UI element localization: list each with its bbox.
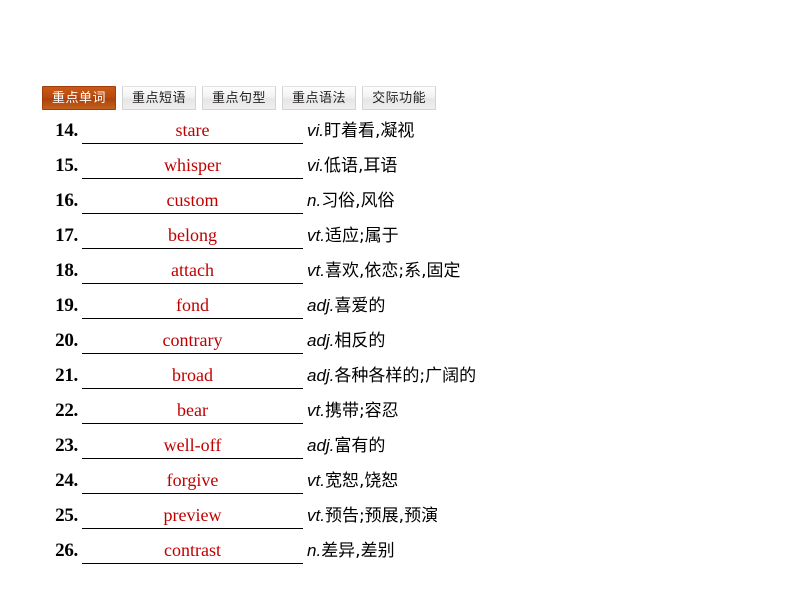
meaning-text: 相反的 — [334, 331, 386, 351]
answer-word: forgive — [166, 470, 219, 490]
vocabulary-list: 14. stare vi.盯着看,凝视 15. whisper vi.低语,耳语 16. cu… — [44, 118, 744, 573]
row-number: 25. — [55, 505, 78, 526]
definition: vi.低语,耳语 — [307, 153, 397, 179]
answer-blank[interactable]: stare — [82, 118, 303, 144]
definition: vi.盯着看,凝视 — [307, 118, 414, 144]
vocabulary-row: 22. bear vt.携带;容忍 — [44, 398, 744, 433]
answer-word: whisper — [164, 155, 221, 175]
part-of-speech: adj. — [307, 436, 335, 455]
row-number: 14. — [55, 120, 78, 141]
answer-blank[interactable]: broad — [82, 363, 303, 389]
meaning-text: 预告;预展,预演 — [324, 506, 439, 526]
answer-word: stare — [175, 120, 210, 140]
row-number: 19. — [55, 295, 78, 316]
answer-blank[interactable]: contrary — [82, 328, 303, 354]
part-of-speech: adj. — [307, 366, 335, 385]
answer-blank[interactable]: custom — [82, 188, 303, 214]
vocabulary-row: 14. stare vi.盯着看,凝视 — [44, 118, 744, 153]
definition: vt.适应;属于 — [307, 223, 399, 249]
answer-word: attach — [171, 260, 214, 280]
row-number: 15. — [55, 155, 78, 176]
tab-5[interactable]: 交际功能 — [362, 86, 437, 110]
meaning-text: 低语,耳语 — [324, 156, 398, 176]
answer-blank[interactable]: whisper — [82, 153, 303, 179]
row-number: 22. — [55, 400, 78, 421]
vocabulary-row: 23. well-off adj.富有的 — [44, 433, 744, 468]
vocabulary-row: 25. preview vt.预告;预展,预演 — [44, 503, 744, 538]
answer-word: bear — [177, 400, 208, 420]
row-number: 26. — [55, 540, 78, 561]
definition: adj.喜爱的 — [307, 293, 385, 319]
answer-word: contrary — [162, 330, 223, 350]
definition: n.差异,差别 — [307, 538, 395, 564]
meaning-text: 富有的 — [334, 436, 386, 456]
part-of-speech: vt. — [307, 506, 325, 525]
meaning-text: 适应;属于 — [324, 226, 399, 246]
answer-blank[interactable]: forgive — [82, 468, 303, 494]
vocabulary-row: 26. contrast n.差异,差别 — [44, 538, 744, 573]
vocabulary-row: 21. broad adj.各种各样的;广阔的 — [44, 363, 744, 398]
definition: vt.喜欢,依恋;系,固定 — [307, 258, 461, 284]
part-of-speech: vi. — [307, 121, 324, 140]
part-of-speech: vt. — [307, 226, 325, 245]
meaning-text: 差异,差别 — [321, 541, 395, 561]
part-of-speech: vt. — [307, 471, 325, 490]
answer-word: belong — [168, 225, 217, 245]
row-number: 18. — [55, 260, 78, 281]
part-of-speech: adj. — [307, 296, 335, 315]
answer-word: custom — [166, 190, 219, 210]
part-of-speech: vi. — [307, 156, 324, 175]
answer-blank[interactable]: contrast — [82, 538, 303, 564]
answer-word: contrast — [164, 540, 221, 560]
part-of-speech: vt. — [307, 261, 325, 280]
row-number: 20. — [55, 330, 78, 351]
meaning-text: 习俗,风俗 — [321, 191, 395, 211]
definition: n.习俗,风俗 — [307, 188, 395, 214]
part-of-speech: n. — [307, 541, 322, 560]
definition: vt.宽恕,饶恕 — [307, 468, 398, 494]
definition: vt.预告;预展,预演 — [307, 503, 438, 529]
vocabulary-row: 19. fond adj.喜爱的 — [44, 293, 744, 328]
vocabulary-row: 16. custom n.习俗,风俗 — [44, 188, 744, 223]
meaning-text: 喜欢,依恋;系,固定 — [324, 261, 461, 281]
answer-blank[interactable]: bear — [82, 398, 303, 424]
answer-blank[interactable]: fond — [82, 293, 303, 319]
answer-word: broad — [172, 365, 213, 385]
answer-blank[interactable]: belong — [82, 223, 303, 249]
answer-blank[interactable]: attach — [82, 258, 303, 284]
answer-word: well-off — [163, 435, 222, 455]
answer-word: fond — [176, 295, 209, 315]
meaning-text: 盯着看,凝视 — [324, 121, 415, 141]
answer-blank[interactable]: preview — [82, 503, 303, 529]
meaning-text: 携带;容忍 — [324, 401, 399, 421]
meaning-text: 宽恕,饶恕 — [324, 471, 399, 491]
answer-word: preview — [163, 505, 222, 525]
part-of-speech: adj. — [307, 331, 335, 350]
tab-3[interactable]: 重点句型 — [202, 86, 277, 110]
slide-page: 重点单词 重点短语 重点句型 重点语法 交际功能 14. stare vi.盯着看,凝视 15… — [0, 0, 794, 596]
definition: adj.相反的 — [307, 328, 385, 354]
row-number: 17. — [55, 225, 78, 246]
definition: adj.各种各样的;广阔的 — [307, 363, 476, 389]
tab-1[interactable]: 重点单词 — [42, 86, 117, 110]
vocabulary-row: 20. contrary adj.相反的 — [44, 328, 744, 363]
part-of-speech: vt. — [307, 401, 325, 420]
row-number: 21. — [55, 365, 78, 386]
meaning-text: 各种各样的;广阔的 — [334, 366, 477, 386]
row-number: 16. — [55, 190, 78, 211]
meaning-text: 喜爱的 — [334, 296, 386, 316]
answer-blank[interactable]: well-off — [82, 433, 303, 459]
tab-2[interactable]: 重点短语 — [122, 86, 197, 110]
vocabulary-row: 17. belong vt.适应;属于 — [44, 223, 744, 258]
tab-4[interactable]: 重点语法 — [282, 86, 357, 110]
definition: vt.携带;容忍 — [307, 398, 399, 424]
tab-bar: 重点单词 重点短语 重点句型 重点语法 交际功能 — [42, 86, 437, 110]
part-of-speech: n. — [307, 191, 322, 210]
row-number: 23. — [55, 435, 78, 456]
vocabulary-row: 18. attach vt.喜欢,依恋;系,固定 — [44, 258, 744, 293]
row-number: 24. — [55, 470, 78, 491]
vocabulary-row: 15. whisper vi.低语,耳语 — [44, 153, 744, 188]
definition: adj.富有的 — [307, 433, 385, 459]
vocabulary-row: 24. forgive vt.宽恕,饶恕 — [44, 468, 744, 503]
